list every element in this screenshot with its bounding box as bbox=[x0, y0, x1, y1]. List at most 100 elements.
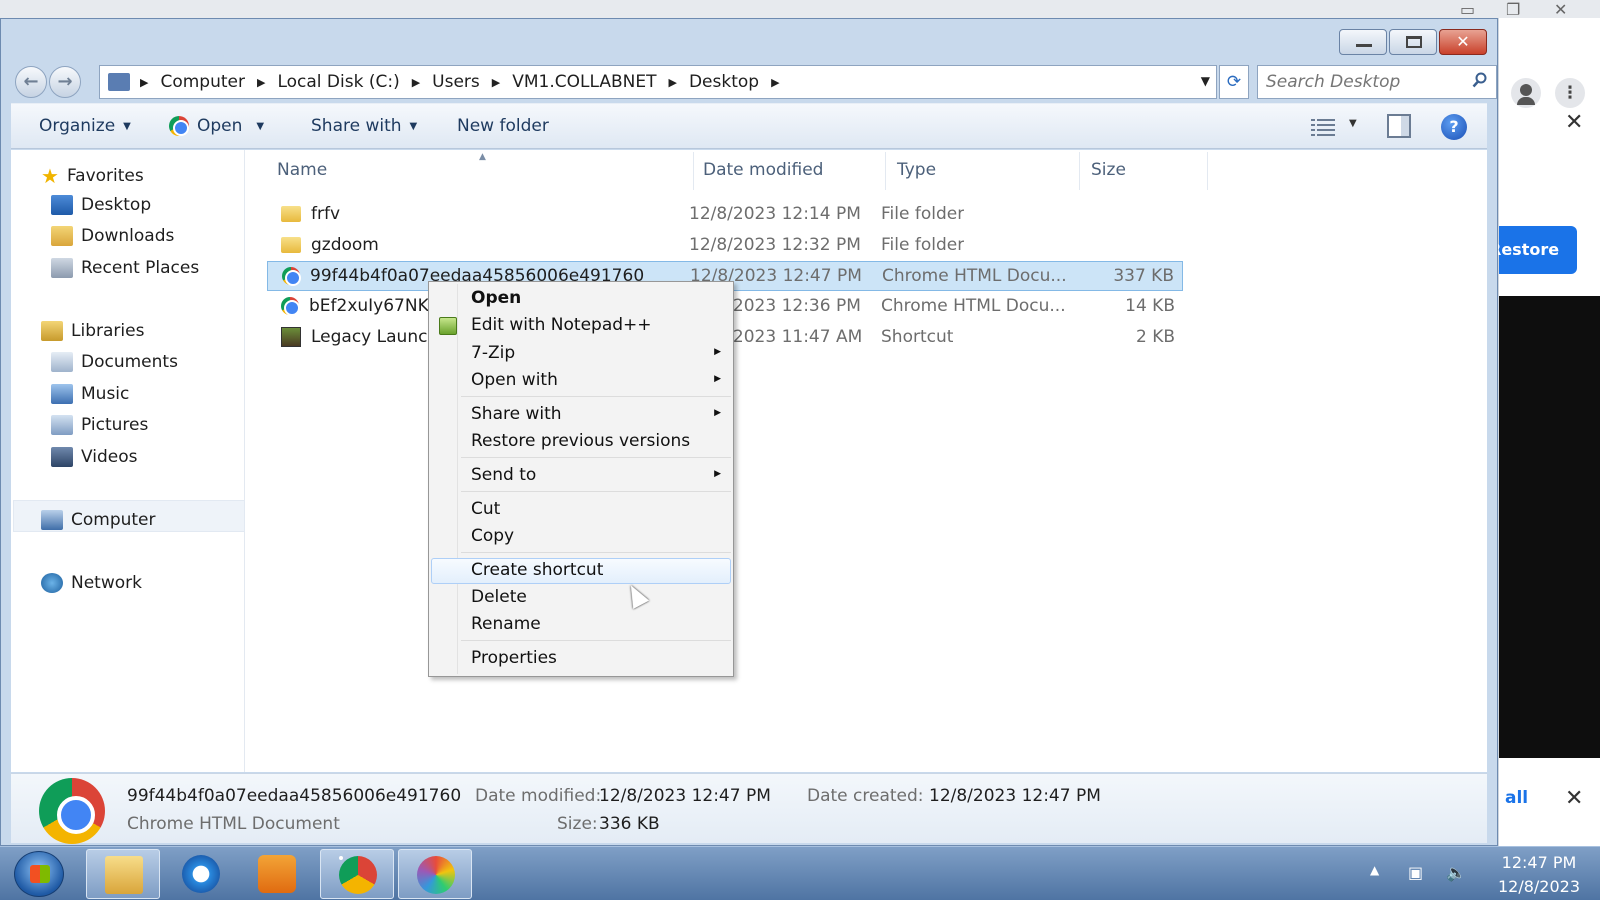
taskbar-paint[interactable] bbox=[398, 849, 472, 899]
column-date-modified[interactable]: Date modified bbox=[703, 160, 823, 180]
open-button[interactable]: Open ▼ bbox=[169, 116, 264, 136]
taskbar-explorer[interactable] bbox=[86, 849, 160, 899]
browser-side-panel: ⋮ ✕ Restore all ✕ bbox=[1489, 18, 1600, 846]
column-name[interactable]: Name bbox=[277, 160, 327, 180]
menu-cut[interactable]: Cut bbox=[431, 497, 731, 523]
taskbar-internet-explorer[interactable] bbox=[164, 849, 238, 899]
maximize-button[interactable] bbox=[1389, 29, 1437, 55]
help-icon[interactable]: ? bbox=[1441, 114, 1467, 140]
documents-icon bbox=[51, 352, 73, 372]
explorer-window: ✕ ← → ▶ Computer ▶ Local Disk (C:) ▶ Users… bbox=[0, 18, 1498, 846]
nav-documents[interactable]: Documents bbox=[51, 352, 178, 372]
bg-close-icon: ✕ bbox=[1554, 0, 1568, 19]
view-options-icon[interactable] bbox=[1311, 117, 1335, 142]
view-dropdown-icon[interactable]: ▼ bbox=[1349, 118, 1357, 129]
minecraft-icon bbox=[281, 327, 301, 347]
show-hidden-icons-icon[interactable]: ▲ bbox=[1370, 863, 1379, 877]
close-button[interactable]: ✕ bbox=[1439, 29, 1487, 55]
crumb-computer[interactable]: Computer bbox=[160, 72, 245, 92]
submenu-arrow-icon: ▶ bbox=[714, 469, 721, 479]
clock[interactable]: 12:47 PM 12/8/2023 bbox=[1498, 851, 1580, 899]
search-input[interactable] bbox=[1266, 67, 1462, 97]
column-type[interactable]: Type bbox=[897, 160, 936, 180]
folder-icon bbox=[105, 856, 143, 894]
detail-date-created: 12/8/2023 12:47 PM bbox=[929, 786, 1101, 806]
menu-open[interactable]: Open bbox=[431, 286, 731, 312]
clock-time: 12:47 PM bbox=[1501, 853, 1577, 872]
bar-close-icon[interactable]: ✕ bbox=[1565, 786, 1583, 811]
forward-button[interactable]: → bbox=[49, 66, 81, 98]
chevron-right-icon[interactable]: ▶ bbox=[771, 76, 779, 89]
submenu-arrow-icon: ▶ bbox=[714, 347, 721, 357]
desktop-icon bbox=[51, 195, 73, 215]
taskbar-media-player[interactable] bbox=[240, 849, 314, 899]
menu-open-with[interactable]: Open with ▶ bbox=[431, 368, 731, 394]
submenu-arrow-icon: ▶ bbox=[714, 408, 721, 418]
caret-down-icon[interactable]: ▼ bbox=[256, 121, 264, 132]
chevron-right-icon[interactable]: ▶ bbox=[668, 76, 676, 89]
table-row[interactable]: frfv 12/8/2023 12:14 PM File folder bbox=[267, 200, 1183, 230]
chevron-right-icon[interactable]: ▶ bbox=[412, 76, 420, 89]
address-bar[interactable]: ▶ Computer ▶ Local Disk (C:) ▶ Users ▶ VM1.… bbox=[99, 65, 1217, 99]
star-icon: ★ bbox=[41, 164, 59, 188]
chrome-icon bbox=[281, 297, 300, 316]
menu-copy[interactable]: Copy bbox=[431, 524, 731, 550]
folder-icon bbox=[281, 206, 301, 222]
new-folder-button[interactable]: New folder bbox=[457, 116, 549, 136]
nav-pictures[interactable]: Pictures bbox=[51, 415, 148, 435]
menu-rename[interactable]: Rename bbox=[431, 612, 731, 638]
context-menu: Open Edit with Notepad++ 7-Zip ▶ Open wit… bbox=[428, 281, 734, 677]
nav-network[interactable]: Network bbox=[41, 573, 142, 593]
nav-favorites[interactable]: ★ Favorites bbox=[41, 164, 144, 188]
detail-filename: 99f44b4f0a07eedaa45856006e491760 bbox=[127, 786, 462, 806]
search-box[interactable] bbox=[1257, 65, 1497, 99]
nav-music[interactable]: Music bbox=[51, 384, 129, 404]
crumb-local-disk[interactable]: Local Disk (C:) bbox=[277, 72, 399, 92]
menu-delete[interactable]: Delete bbox=[431, 585, 731, 611]
submenu-arrow-icon: ▶ bbox=[714, 374, 721, 384]
menu-share-with[interactable]: Share with ▶ bbox=[431, 402, 731, 428]
menu-send-to[interactable]: Send to ▶ bbox=[431, 463, 731, 489]
restore-button[interactable]: Restore bbox=[1489, 226, 1577, 274]
start-button[interactable] bbox=[14, 851, 64, 897]
menu-properties[interactable]: Properties bbox=[431, 646, 731, 672]
share-with-button[interactable]: Share with ▼ bbox=[311, 116, 417, 136]
organize-button[interactable]: Organize ▼ bbox=[39, 116, 131, 136]
background-window-strip: ▭ ❐ ✕ bbox=[0, 0, 1600, 19]
history-dropdown-icon[interactable]: ▼ bbox=[1201, 74, 1210, 88]
pictures-icon bbox=[51, 415, 73, 435]
taskbar-chrome[interactable] bbox=[320, 849, 394, 899]
minimize-button[interactable] bbox=[1339, 29, 1387, 55]
column-size[interactable]: Size bbox=[1091, 160, 1126, 180]
kebab-menu-icon[interactable]: ⋮ bbox=[1555, 78, 1585, 108]
panel-close-icon[interactable]: ✕ bbox=[1565, 110, 1583, 135]
detail-size-label: Size: bbox=[557, 814, 598, 834]
refresh-button[interactable]: ⟳ bbox=[1219, 65, 1249, 99]
nav-videos[interactable]: Videos bbox=[51, 447, 138, 467]
crumb-user[interactable]: VM1.COLLABNET bbox=[512, 72, 656, 92]
all-link[interactable]: all bbox=[1505, 788, 1528, 808]
menu-restore-versions[interactable]: Restore previous versions bbox=[431, 429, 731, 455]
nav-computer[interactable]: Computer bbox=[41, 510, 156, 530]
preview-pane-icon[interactable] bbox=[1387, 114, 1411, 138]
volume-muted-icon[interactable]: 🔈 bbox=[1446, 863, 1466, 882]
crumb-desktop[interactable]: Desktop bbox=[689, 72, 759, 92]
music-icon bbox=[51, 384, 73, 404]
internet-explorer-icon bbox=[182, 855, 220, 893]
menu-create-shortcut[interactable]: Create shortcut bbox=[431, 558, 731, 584]
back-button[interactable]: ← bbox=[15, 66, 47, 98]
nav-desktop[interactable]: Desktop bbox=[51, 195, 151, 215]
profile-avatar-icon[interactable] bbox=[1511, 78, 1541, 108]
nav-downloads[interactable]: Downloads bbox=[51, 226, 174, 246]
menu-edit-notepad[interactable]: Edit with Notepad++ bbox=[431, 313, 731, 339]
libraries-icon bbox=[41, 321, 63, 341]
table-row[interactable]: gzdoom 12/8/2023 12:32 PM File folder bbox=[267, 231, 1183, 261]
nav-recent-places[interactable]: Recent Places bbox=[51, 258, 199, 278]
crumb-users[interactable]: Users bbox=[432, 72, 480, 92]
menu-7zip[interactable]: 7-Zip ▶ bbox=[431, 341, 731, 367]
chevron-right-icon[interactable]: ▶ bbox=[257, 76, 265, 89]
search-icon[interactable] bbox=[1472, 72, 1488, 88]
chevron-right-icon[interactable]: ▶ bbox=[492, 76, 500, 89]
network-status-icon[interactable]: ▣ bbox=[1408, 863, 1423, 882]
nav-libraries[interactable]: Libraries bbox=[41, 321, 144, 341]
